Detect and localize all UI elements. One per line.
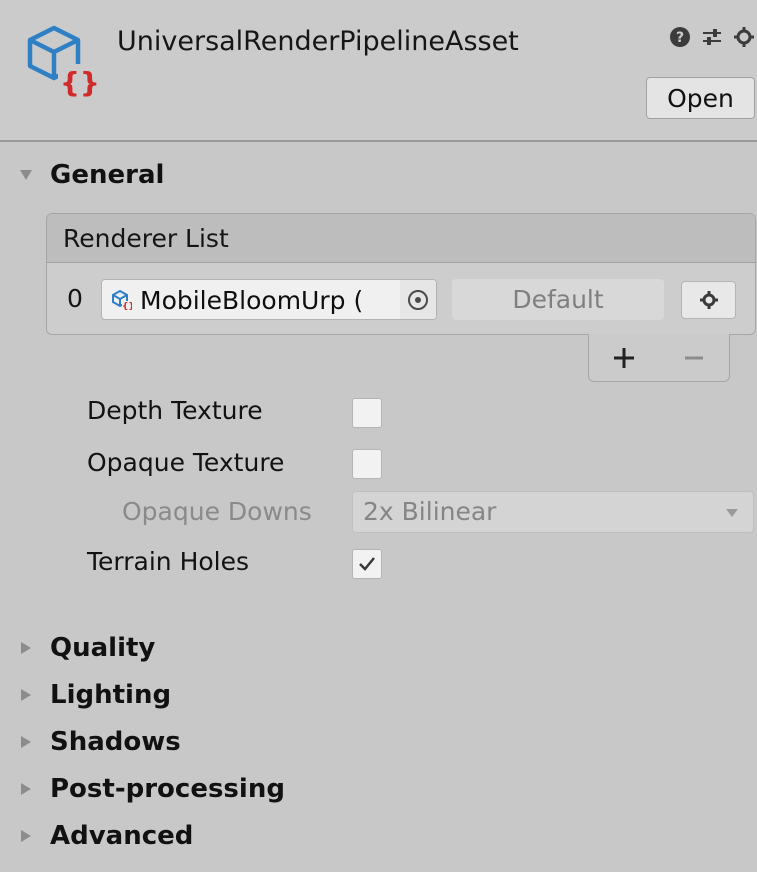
renderer-list-footer — [588, 334, 730, 382]
foldout-collapsed-icon — [0, 628, 50, 668]
renderer-index: 0 — [67, 284, 83, 313]
svg-text:{}: {} — [60, 66, 100, 99]
foldout-label: Advanced — [50, 821, 194, 851]
foldout-label: Post-processing — [50, 774, 285, 804]
foldout-shadows[interactable]: Shadows — [0, 722, 181, 762]
foldout-quality[interactable]: Quality — [0, 628, 155, 668]
foldout-label: Lighting — [50, 680, 172, 710]
foldout-post-processing[interactable]: Post-processing — [0, 769, 285, 809]
chevron-down-icon — [726, 509, 738, 517]
renderer-list-header: Renderer List — [47, 214, 755, 263]
help-icon[interactable]: ? — [667, 24, 693, 50]
svg-text:{}: {} — [122, 302, 132, 310]
svg-text:?: ? — [676, 30, 684, 46]
pipeline-asset-icon: {} — [27, 25, 100, 99]
foldout-lighting[interactable]: Lighting — [0, 675, 171, 715]
depth-texture-checkbox[interactable] — [352, 398, 382, 428]
foldout-collapsed-icon — [0, 675, 50, 715]
object-picker-icon[interactable] — [400, 280, 436, 319]
renderer-list-row: 0 {} MobileBloomUrp ( Default — [47, 263, 755, 334]
renderer-list: Renderer List 0 {} MobileBloomUrp ( — [46, 213, 756, 335]
foldout-general[interactable]: General — [0, 155, 164, 195]
set-default-button[interactable]: Default — [452, 279, 664, 320]
renderer-object-name: MobileBloomUrp ( — [140, 286, 364, 315]
opaque-downsampling-dropdown[interactable]: 2x Bilinear — [352, 491, 754, 533]
foldout-label: Quality — [50, 633, 156, 663]
opaque-downsampling-value: 2x Bilinear — [363, 497, 497, 526]
settings-icon[interactable] — [731, 24, 757, 50]
inspector-panel: {} UniversalRenderPipelineAsset ? Open G… — [0, 0, 757, 872]
foldout-label: Shadows — [50, 727, 181, 757]
minus-icon — [685, 356, 703, 359]
checkmark-icon — [359, 557, 375, 571]
add-renderer-button[interactable] — [589, 334, 659, 381]
foldout-expanded-icon — [0, 155, 50, 195]
remove-renderer-button[interactable] — [659, 334, 729, 381]
open-button[interactable]: Open — [646, 77, 755, 119]
opaque-texture-checkbox[interactable] — [352, 449, 382, 479]
foldout-collapsed-icon — [0, 816, 50, 856]
foldout-advanced[interactable]: Advanced — [0, 816, 193, 856]
terrain-holes-label: Terrain Holes — [87, 547, 250, 576]
renderer-object-field[interactable]: {} MobileBloomUrp ( — [101, 279, 437, 320]
header-icons: ? — [667, 24, 757, 50]
plus-icon — [614, 347, 634, 368]
opaque-downsampling-label: Opaque Downs — [122, 497, 312, 526]
foldout-collapsed-icon — [0, 722, 50, 762]
depth-texture-label: Depth Texture — [87, 396, 263, 425]
renderer-settings-gear-icon[interactable] — [681, 281, 736, 319]
presets-icon[interactable] — [699, 24, 725, 50]
asset-title: UniversalRenderPipelineAsset — [117, 26, 519, 57]
foldout-label: General — [50, 160, 165, 190]
renderer-asset-icon: {} — [112, 290, 132, 310]
inspector-header: {} UniversalRenderPipelineAsset ? Open — [0, 0, 757, 142]
terrain-holes-checkbox[interactable] — [352, 549, 382, 579]
opaque-texture-label: Opaque Texture — [87, 448, 285, 477]
foldout-collapsed-icon — [0, 769, 50, 809]
